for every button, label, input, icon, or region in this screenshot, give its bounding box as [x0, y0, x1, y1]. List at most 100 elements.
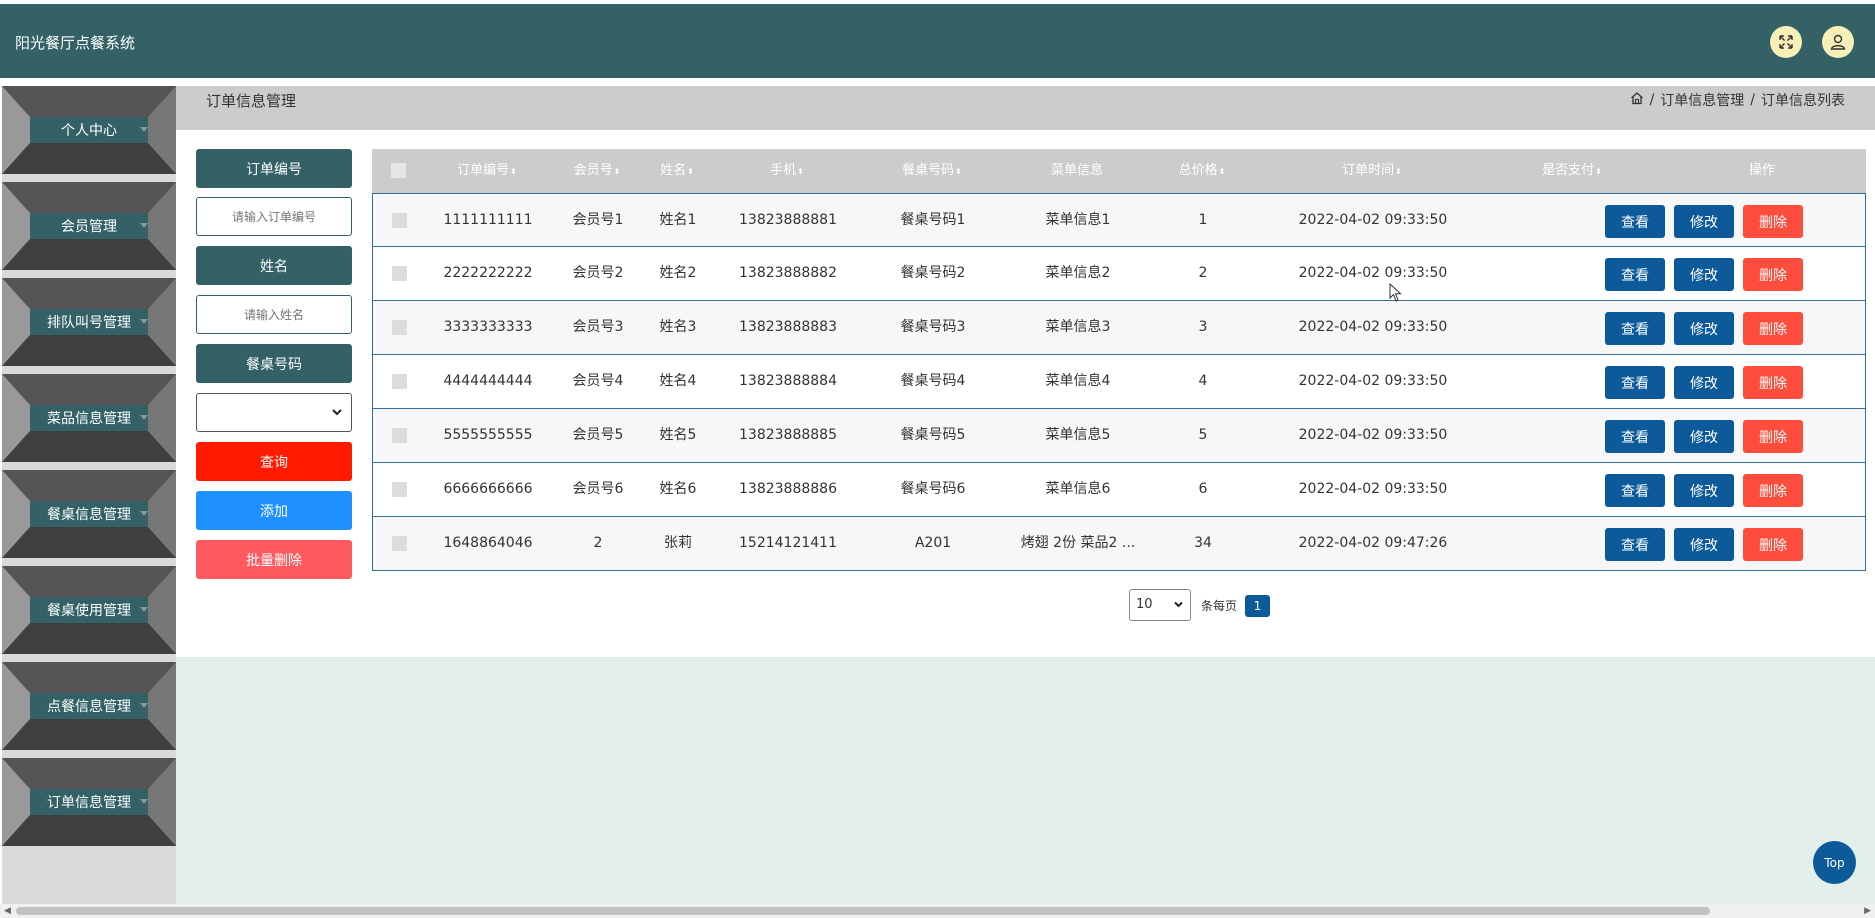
- cell-time: 2022-04-02 09:33:50: [1298, 427, 1448, 443]
- cell-menu: 菜单信息1: [1045, 212, 1111, 228]
- sidebar-item[interactable]: 菜品信息管理: [2, 374, 176, 462]
- breadcrumb-item[interactable]: 订单信息管理: [1660, 90, 1744, 110]
- cell-total: 4: [1198, 373, 1208, 389]
- sort-icon[interactable]: ⬍: [687, 167, 694, 176]
- sidebar-item-label: 点餐信息管理: [30, 693, 148, 719]
- home-icon[interactable]: [1630, 91, 1644, 109]
- view-button[interactable]: 查看: [1605, 420, 1665, 453]
- chevron-down-icon: [140, 127, 148, 132]
- page-number-current[interactable]: 1: [1245, 595, 1270, 617]
- delete-button[interactable]: 删除: [1743, 205, 1803, 238]
- table-no-select[interactable]: [196, 393, 352, 432]
- edit-button[interactable]: 修改: [1674, 205, 1734, 238]
- row-checkbox[interactable]: [392, 428, 407, 443]
- column-header[interactable]: 姓名⬍: [642, 149, 712, 193]
- edit-button[interactable]: 修改: [1674, 528, 1734, 561]
- row-checkbox[interactable]: [392, 320, 407, 335]
- cell-table-no: 餐桌号码5: [900, 427, 966, 443]
- delete-button[interactable]: 删除: [1743, 366, 1803, 399]
- cell-name: 姓名5: [659, 427, 697, 443]
- sort-icon[interactable]: ⬍: [955, 167, 962, 176]
- view-button[interactable]: 查看: [1605, 312, 1665, 345]
- row-checkbox[interactable]: [392, 213, 407, 228]
- name-input[interactable]: [196, 295, 352, 334]
- cell-order-no: 2222222222: [443, 265, 533, 281]
- sort-icon[interactable]: ⬍: [1219, 167, 1226, 176]
- scrollbar-thumb[interactable]: [16, 907, 1710, 915]
- chevron-down-icon: [140, 223, 148, 228]
- sort-icon[interactable]: ⬍: [797, 167, 804, 176]
- row-checkbox[interactable]: [392, 266, 407, 281]
- cell-name: 张莉: [664, 535, 692, 551]
- row-checkbox[interactable]: [392, 374, 407, 389]
- sidebar-item[interactable]: 餐桌使用管理: [2, 566, 176, 654]
- app-title: 阳光餐厅点餐系统: [15, 34, 136, 52]
- sort-icon[interactable]: ⬍: [1595, 167, 1602, 176]
- sidebar-item[interactable]: 会员管理: [2, 182, 176, 270]
- cell-member-no: 会员号1: [572, 212, 624, 228]
- column-header[interactable]: 订单时间⬍: [1257, 149, 1487, 193]
- delete-button[interactable]: 删除: [1743, 420, 1803, 453]
- edit-button[interactable]: 修改: [1674, 312, 1734, 345]
- batch-delete-button[interactable]: 批量删除: [196, 540, 352, 579]
- column-header-label: 订单时间: [1342, 163, 1395, 178]
- scroll-right-icon[interactable]: ▶: [1864, 906, 1871, 916]
- column-header[interactable]: 总价格⬍: [1152, 149, 1252, 193]
- order-no-label: 订单编号: [196, 149, 352, 188]
- edit-button[interactable]: 修改: [1674, 258, 1734, 291]
- row-checkbox[interactable]: [392, 482, 407, 497]
- cell-order-no: 3333333333: [443, 319, 533, 335]
- cell-time: 2022-04-02 09:33:50: [1298, 319, 1448, 335]
- edit-button[interactable]: 修改: [1674, 366, 1734, 399]
- cell-table-no: 餐桌号码4: [900, 373, 966, 389]
- view-button[interactable]: 查看: [1605, 205, 1665, 238]
- sidebar-item-label: 个人中心: [30, 117, 148, 143]
- cell-member-no: 2: [593, 535, 603, 551]
- expand-icon[interactable]: [1770, 26, 1802, 58]
- row-checkbox[interactable]: [392, 536, 407, 551]
- page-size-select[interactable]: 10: [1129, 589, 1191, 621]
- sort-icon[interactable]: ⬍: [614, 167, 621, 176]
- cell-member-no: 会员号5: [572, 427, 624, 443]
- user-icon[interactable]: [1822, 26, 1854, 58]
- order-no-input[interactable]: [196, 197, 352, 236]
- cell-order-no: 4444444444: [443, 373, 533, 389]
- chevron-down-icon: [140, 415, 148, 420]
- delete-button[interactable]: 删除: [1743, 528, 1803, 561]
- query-button[interactable]: 查询: [196, 442, 352, 481]
- column-header-label: 手机: [770, 163, 797, 178]
- cell-time: 2022-04-02 09:33:50: [1298, 265, 1448, 281]
- sort-icon[interactable]: ⬍: [1395, 167, 1402, 176]
- edit-button[interactable]: 修改: [1674, 420, 1734, 453]
- scroll-left-icon[interactable]: ◀: [4, 906, 11, 916]
- delete-button[interactable]: 删除: [1743, 258, 1803, 291]
- view-button[interactable]: 查看: [1605, 474, 1665, 507]
- view-button[interactable]: 查看: [1605, 366, 1665, 399]
- view-button[interactable]: 查看: [1605, 528, 1665, 561]
- cell-total: 6: [1198, 481, 1208, 497]
- sidebar-item[interactable]: 个人中心: [2, 86, 176, 174]
- sidebar-item-label: 订单信息管理: [30, 789, 148, 815]
- column-header[interactable]: 手机⬍: [717, 149, 857, 193]
- delete-button[interactable]: 删除: [1743, 474, 1803, 507]
- column-header[interactable]: 会员号⬍: [557, 149, 637, 193]
- select-all-checkbox[interactable]: [391, 163, 406, 178]
- breadcrumb: / 订单信息管理 / 订单信息列表: [1630, 90, 1845, 110]
- column-header[interactable]: 餐桌号码⬍: [862, 149, 1002, 193]
- horizontal-scrollbar[interactable]: ◀ ▶: [0, 904, 1875, 918]
- sidebar-item[interactable]: 排队叫号管理: [2, 278, 176, 366]
- sidebar-item[interactable]: 订单信息管理: [2, 758, 176, 846]
- sidebar-item[interactable]: 餐桌信息管理: [2, 470, 176, 558]
- edit-button[interactable]: 修改: [1674, 474, 1734, 507]
- add-button[interactable]: 添加: [196, 491, 352, 530]
- back-to-top-button[interactable]: Top: [1813, 841, 1856, 884]
- column-header[interactable]: 订单编号⬍: [427, 149, 547, 193]
- sort-icon[interactable]: ⬍: [510, 167, 517, 176]
- delete-button[interactable]: 删除: [1743, 312, 1803, 345]
- chevron-down-icon: [140, 319, 148, 324]
- cell-time: 2022-04-02 09:33:50: [1298, 373, 1448, 389]
- column-header[interactable]: 是否支付⬍: [1492, 149, 1652, 193]
- sidebar-item[interactable]: 点餐信息管理: [2, 662, 176, 750]
- view-button[interactable]: 查看: [1605, 258, 1665, 291]
- top-header: 阳光餐厅点餐系统: [0, 4, 1875, 78]
